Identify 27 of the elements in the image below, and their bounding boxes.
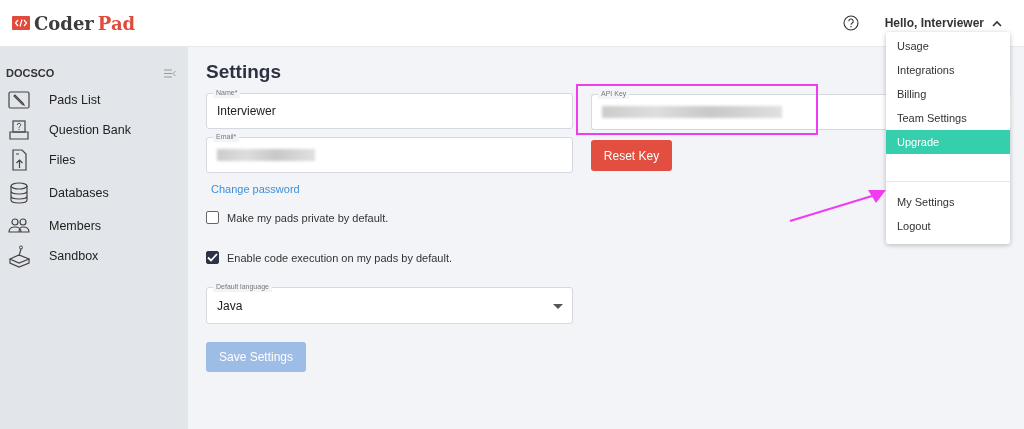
logo[interactable]: Coder Pad <box>12 12 136 34</box>
code-icon <box>12 16 30 30</box>
menu-item[interactable]: My Settings <box>886 190 1010 214</box>
pencil-icon <box>8 88 30 112</box>
checkbox[interactable] <box>206 211 219 224</box>
checkbox-label: Enable code execution on my pads by default. <box>227 251 453 264</box>
menu-item[interactable]: Logout <box>886 214 1010 238</box>
menu-item[interactable]: Usage <box>886 34 1010 58</box>
menu-item[interactable]: Team Settings <box>886 106 1010 130</box>
menu-item[interactable]: Integrations <box>886 58 1010 82</box>
page-title: Settings <box>206 61 281 83</box>
user-menu-button[interactable]: Hello, Interviewer <box>884 16 1002 30</box>
joystick-icon <box>8 244 30 268</box>
sidebar-item[interactable]: Pads List <box>0 85 188 115</box>
help-icon[interactable] <box>842 15 859 31</box>
dropdown-arrow-icon <box>553 304 563 309</box>
sidebar-item[interactable]: Question Bank <box>0 115 188 145</box>
database-icon <box>8 181 30 205</box>
sidebar-item[interactable]: Files <box>0 145 188 175</box>
sidebar-item[interactable]: Sandbox <box>0 241 188 271</box>
checkbox[interactable] <box>206 251 219 264</box>
sidebar-item[interactable]: Members <box>0 211 188 241</box>
question-box-icon <box>8 118 30 142</box>
sidebar-item[interactable]: Databases <box>0 175 188 211</box>
checkbox-label: Make my pads private by default. <box>227 211 389 224</box>
team-name: DOCSCO <box>6 67 55 79</box>
reset-key-button[interactable]: Reset Key <box>591 140 672 171</box>
